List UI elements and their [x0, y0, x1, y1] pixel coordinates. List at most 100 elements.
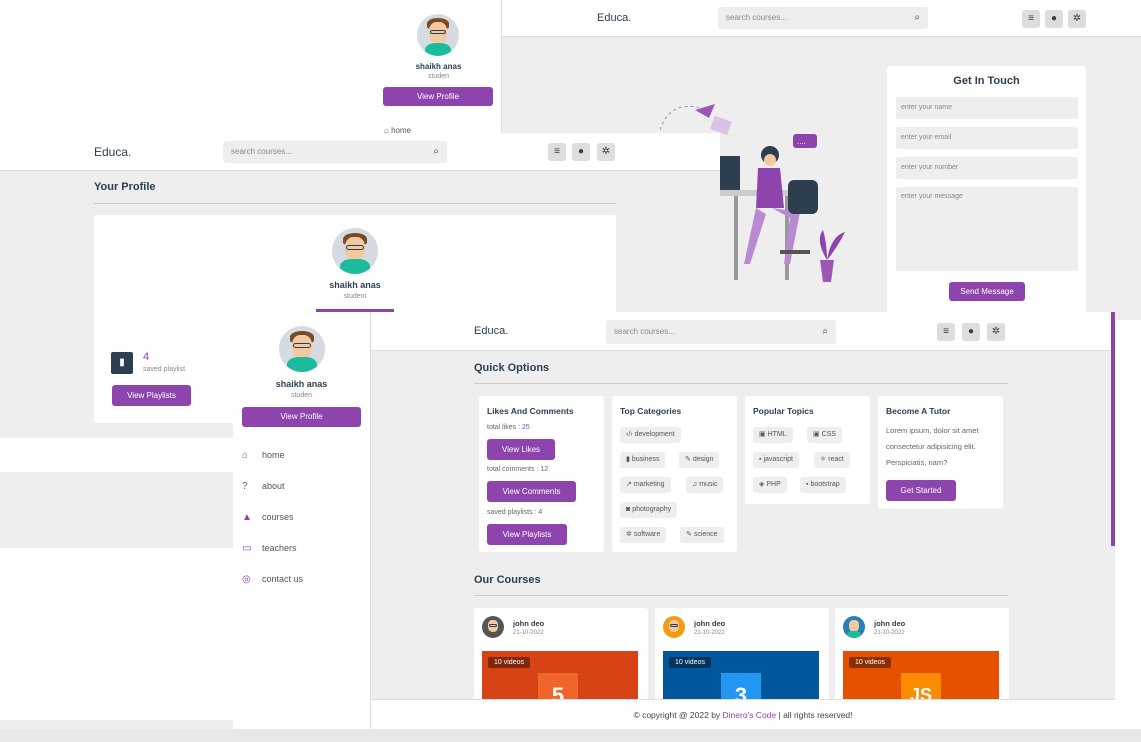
profile-name: shaikh anas	[329, 280, 381, 290]
user-icon[interactable]: ●	[572, 143, 590, 161]
course-date: 21-10-2022	[874, 630, 905, 636]
quick-options-title: Quick Options	[474, 362, 550, 374]
tag-music[interactable]: ♫ music	[686, 477, 724, 493]
tag-html[interactable]: ▣ HTML	[753, 427, 793, 443]
flask-icon: ✎	[686, 531, 692, 538]
js-icon: ▪	[759, 456, 762, 463]
teacher-icon: ▭	[242, 543, 252, 554]
view-profile-button[interactable]: View Profile	[242, 407, 361, 427]
search-input[interactable]: search courses... ⌕	[606, 320, 836, 344]
divider	[474, 595, 1008, 596]
box-title: Popular Topics	[753, 406, 814, 416]
topics-box: Popular Topics ▣ HTML ▣ CSS ▪ javascript…	[745, 396, 870, 504]
question-icon: ?	[242, 481, 248, 492]
author-avatar	[663, 616, 685, 638]
profile-role: studen	[290, 392, 313, 399]
tag-php[interactable]: ◈ PHP	[753, 477, 787, 493]
line-chart-icon: ↗	[626, 481, 632, 488]
search-icon[interactable]: ⌕	[822, 320, 828, 344]
footer: © copyright @ 2022 by Dinero's Code | al…	[371, 699, 1115, 729]
get-started-button[interactable]: Get Started	[886, 480, 956, 501]
menu-icon[interactable]: ≡	[937, 323, 955, 341]
cog-icon: ✲	[626, 531, 632, 538]
footer-link[interactable]: Dinero's Code	[723, 710, 777, 720]
middle-header: Educa. search courses... ⌕ ≡ ● ✲	[0, 133, 720, 171]
divider	[94, 203, 616, 204]
categories-box: Top Categories ‹/› development ▮ busines…	[612, 396, 737, 552]
user-icon[interactable]: ●	[962, 323, 980, 341]
view-comments-button[interactable]: View Comments	[487, 481, 576, 502]
code-icon: ‹/›	[626, 431, 633, 438]
courses-title: Our Courses	[474, 574, 541, 586]
video-count-badge: 10 videos	[669, 657, 711, 668]
avatar	[279, 326, 325, 372]
back-sidebar: shaikh anas studen View Profile ⌂ home	[376, 0, 502, 140]
react-icon: ⚛	[820, 456, 827, 463]
sidebar-item-contact-us[interactable]: ◎ contact us	[242, 574, 303, 585]
view-profile-button[interactable]: View Profile	[383, 87, 493, 106]
profile-role: studen	[427, 73, 450, 80]
search-input[interactable]: search courses... ⌕	[223, 141, 447, 163]
tag-javascript[interactable]: ▪ javascript	[753, 452, 800, 468]
scrollbar[interactable]	[1111, 312, 1115, 546]
sidebar-item-teachers[interactable]: ▭ teachers	[242, 543, 297, 554]
tag-css[interactable]: ▣ CSS	[807, 427, 842, 443]
box-title: Top Categories	[620, 406, 682, 416]
tag-design[interactable]: ✎ design	[679, 452, 720, 468]
author-name: john deo	[874, 619, 906, 628]
number-field[interactable]: enter your number	[896, 157, 1078, 179]
logo[interactable]: Educa.	[94, 145, 131, 159]
view-likes-button[interactable]: View Likes	[487, 439, 555, 460]
email-field[interactable]: enter your email	[896, 127, 1078, 149]
tag-software[interactable]: ✲ software	[620, 527, 667, 543]
author-avatar	[843, 616, 865, 638]
user-icon[interactable]: ●	[1045, 10, 1063, 28]
view-playlists-button[interactable]: View Playlists	[112, 385, 191, 406]
box-title: Become A Tutor	[886, 406, 951, 416]
gear-icon[interactable]: ✲	[987, 323, 1005, 341]
search-input[interactable]: search courses... ⌕	[718, 7, 928, 29]
profile-name: shaikh anas	[275, 379, 328, 389]
tutor-box: Become A Tutor Lorem ipsum, dolor sit am…	[878, 396, 1003, 509]
logo[interactable]: Educa.	[597, 12, 631, 24]
tag-marketing[interactable]: ↗ marketing	[620, 477, 671, 493]
sidebar-item-home[interactable]: ⌂ home	[242, 450, 285, 461]
php-icon: ◈	[759, 481, 765, 488]
gear-icon[interactable]: ✲	[597, 143, 615, 161]
tag-photography[interactable]: ◙ photography	[620, 502, 678, 518]
sidebar-item-courses[interactable]: ▲ courses	[242, 512, 294, 523]
tag-development[interactable]: ‹/› development	[620, 427, 681, 443]
back-header: Educa. search courses... ⌕ ≡ ● ✲	[502, 0, 1141, 37]
html5-icon: ▣	[759, 431, 766, 438]
svg-text:....: ....	[797, 137, 806, 146]
page-title: Your Profile	[94, 181, 156, 193]
tag-react[interactable]: ⚛ react	[814, 452, 850, 468]
music-icon: ♫	[692, 481, 698, 488]
view-playlists-button[interactable]: View Playlists	[487, 524, 567, 545]
tag-science[interactable]: ✎ science	[680, 527, 724, 543]
bootstrap-icon: ▪	[806, 481, 809, 488]
avatar	[417, 14, 459, 56]
profile-name: shaikh anas	[415, 62, 462, 71]
message-field[interactable]: enter your message	[896, 187, 1078, 271]
gear-icon[interactable]: ✲	[1068, 10, 1086, 28]
search-icon[interactable]: ⌕	[914, 7, 920, 29]
profile-role: student	[343, 293, 367, 300]
css3-icon: ▣	[813, 431, 820, 438]
send-message-button[interactable]: Send Message	[949, 282, 1025, 301]
saved-count: 4	[143, 351, 150, 363]
bookmark-icon: ▮	[111, 352, 133, 374]
search-icon[interactable]: ⌕	[433, 141, 439, 163]
home-icon: ⌂	[242, 450, 249, 461]
menu-icon[interactable]: ≡	[1022, 10, 1040, 28]
video-count-badge: 10 videos	[488, 657, 530, 668]
white-strip	[0, 438, 240, 472]
name-field[interactable]: enter your name	[896, 97, 1078, 119]
tag-business[interactable]: ▮ business	[620, 452, 666, 468]
sidebar-item-about[interactable]: ? about	[242, 481, 285, 492]
menu-icon[interactable]: ≡	[548, 143, 566, 161]
white-block	[0, 548, 240, 720]
author-name: john deo	[694, 619, 726, 628]
tag-bootstrap[interactable]: ▪ bootstrap	[800, 477, 846, 493]
logo[interactable]: Educa.	[474, 325, 508, 337]
